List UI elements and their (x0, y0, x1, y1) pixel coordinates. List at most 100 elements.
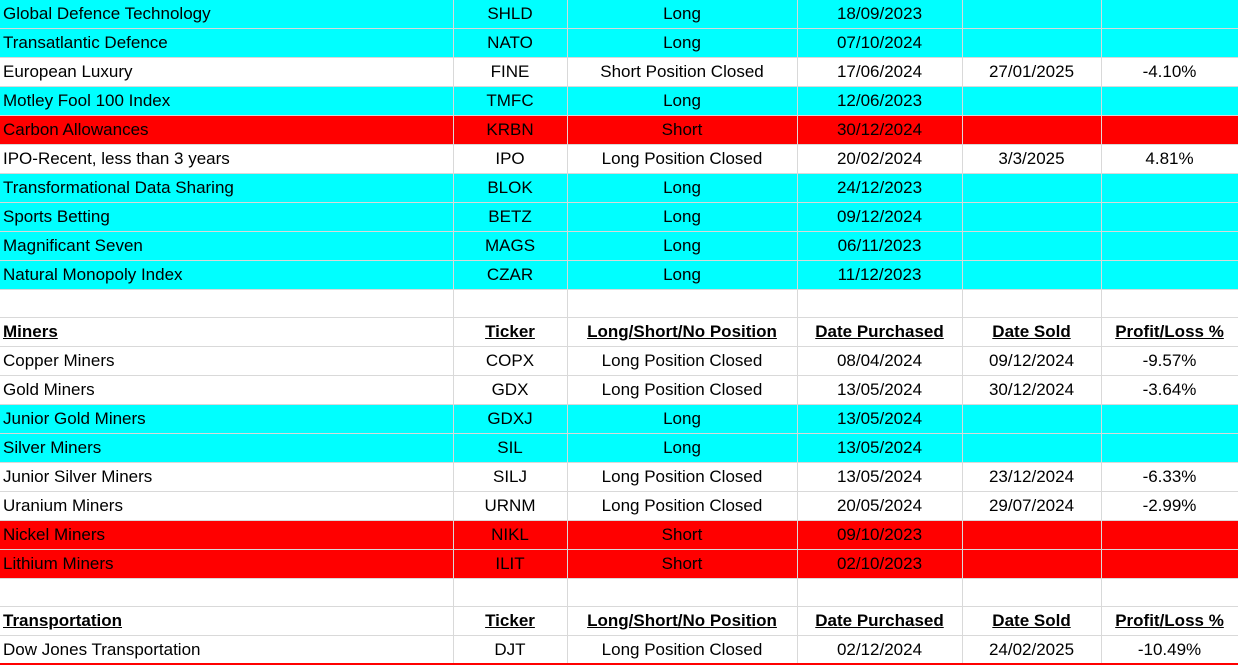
cell-date-sold[interactable] (962, 86, 1102, 116)
cell-date-sold[interactable] (962, 433, 1102, 463)
cell-date-sold[interactable] (962, 202, 1102, 232)
cell-ticker[interactable] (453, 289, 568, 318)
cell-name[interactable]: Gold Miners (0, 375, 454, 405)
cell-position[interactable] (567, 289, 798, 318)
column-header[interactable]: Profit/Loss % (1101, 317, 1238, 347)
cell-ticker[interactable]: CZAR (453, 260, 568, 290)
cell-profit-loss[interactable]: 4.81% (1101, 144, 1238, 174)
cell-ticker[interactable]: URNM (453, 491, 568, 521)
cell-ticker[interactable]: BLOK (453, 173, 568, 203)
cell-profit-loss[interactable] (1101, 520, 1238, 550)
cell-profit-loss[interactable] (1101, 86, 1238, 116)
column-header[interactable]: Date Sold (962, 606, 1102, 636)
cell-profit-loss[interactable] (1101, 115, 1238, 145)
cell-ticker[interactable]: KRBN (453, 115, 568, 145)
cell-name[interactable]: Transformational Data Sharing (0, 173, 454, 203)
column-header[interactable]: Date Sold (962, 317, 1102, 347)
cell-profit-loss[interactable]: -3.64% (1101, 375, 1238, 405)
cell-profit-loss[interactable] (1101, 433, 1238, 463)
cell-date-sold[interactable]: 3/3/2025 (962, 144, 1102, 174)
cell-name[interactable]: Uranium Miners (0, 491, 454, 521)
cell-profit-loss[interactable] (1101, 0, 1238, 29)
cell-date-purchased[interactable]: 20/05/2024 (797, 491, 963, 521)
section-title[interactable]: Transportation (0, 606, 454, 636)
cell-name[interactable]: Junior Silver Miners (0, 462, 454, 492)
section-title[interactable]: Miners (0, 317, 454, 347)
cell-position[interactable]: Long Position Closed (567, 462, 798, 492)
cell-position[interactable]: Long (567, 0, 798, 29)
cell-date-purchased[interactable]: 12/06/2023 (797, 86, 963, 116)
cell-date-purchased[interactable]: 17/06/2024 (797, 57, 963, 87)
cell-ticker[interactable]: SHLD (453, 0, 568, 29)
cell-date-sold[interactable] (962, 28, 1102, 58)
cell-date-sold[interactable]: 23/12/2024 (962, 462, 1102, 492)
cell-position[interactable]: Long (567, 202, 798, 232)
cell-date-purchased[interactable]: 09/12/2024 (797, 202, 963, 232)
cell-date-sold[interactable]: 09/12/2024 (962, 346, 1102, 376)
column-header[interactable]: Profit/Loss % (1101, 606, 1238, 636)
cell-profit-loss[interactable] (1101, 404, 1238, 434)
cell-date-purchased[interactable]: 06/11/2023 (797, 231, 963, 261)
cell-position[interactable]: Short (567, 520, 798, 550)
cell-date-purchased[interactable]: 02/10/2023 (797, 549, 963, 579)
cell-ticker[interactable]: MAGS (453, 231, 568, 261)
cell-ticker[interactable]: DJT (453, 635, 568, 665)
column-header[interactable]: Ticker (453, 606, 568, 636)
cell-date-sold[interactable] (962, 0, 1102, 29)
cell-date-purchased[interactable]: 18/09/2023 (797, 0, 963, 29)
cell-name[interactable]: Transatlantic Defence (0, 28, 454, 58)
cell-ticker[interactable]: TMFC (453, 86, 568, 116)
cell-position[interactable]: Long (567, 86, 798, 116)
cell-date-purchased[interactable]: 07/10/2024 (797, 28, 963, 58)
cell-position[interactable]: Long Position Closed (567, 375, 798, 405)
cell-position[interactable]: Long Position Closed (567, 346, 798, 376)
cell-date-purchased[interactable]: 13/05/2024 (797, 462, 963, 492)
cell-position[interactable]: Long (567, 260, 798, 290)
cell-date-sold[interactable] (962, 173, 1102, 203)
cell-date-sold[interactable]: 27/01/2025 (962, 57, 1102, 87)
cell-profit-loss[interactable] (1101, 231, 1238, 261)
cell-profit-loss[interactable]: -10.49% (1101, 635, 1238, 665)
cell-date-purchased[interactable]: 30/12/2024 (797, 115, 963, 145)
cell-date-sold[interactable]: 30/12/2024 (962, 375, 1102, 405)
cell-date-sold[interactable] (962, 549, 1102, 579)
cell-position[interactable]: Long (567, 404, 798, 434)
cell-ticker[interactable]: NIKL (453, 520, 568, 550)
cell-position[interactable]: Short (567, 115, 798, 145)
cell-profit-loss[interactable]: -4.10% (1101, 57, 1238, 87)
cell-name[interactable]: Magnificant Seven (0, 231, 454, 261)
cell-ticker[interactable]: NATO (453, 28, 568, 58)
cell-position[interactable]: Short Position Closed (567, 57, 798, 87)
cell-ticker[interactable]: SILJ (453, 462, 568, 492)
cell-date-purchased[interactable] (797, 289, 963, 318)
cell-profit-loss[interactable]: -9.57% (1101, 346, 1238, 376)
cell-name[interactable] (0, 289, 454, 318)
cell-profit-loss[interactable] (1101, 173, 1238, 203)
cell-date-sold[interactable] (962, 260, 1102, 290)
cell-name[interactable]: Nickel Miners (0, 520, 454, 550)
column-header[interactable]: Ticker (453, 317, 568, 347)
cell-date-sold[interactable] (962, 289, 1102, 318)
column-header[interactable]: Date Purchased (797, 317, 963, 347)
cell-name[interactable]: European Luxury (0, 57, 454, 87)
cell-date-sold[interactable]: 29/07/2024 (962, 491, 1102, 521)
column-header[interactable]: Long/Short/No Position (567, 317, 798, 347)
cell-profit-loss[interactable] (1101, 578, 1238, 607)
cell-date-sold[interactable] (962, 520, 1102, 550)
cell-position[interactable]: Short (567, 549, 798, 579)
cell-date-sold[interactable] (962, 115, 1102, 145)
cell-name[interactable]: Global Defence Technology (0, 0, 454, 29)
cell-name[interactable] (0, 578, 454, 607)
cell-profit-loss[interactable]: -6.33% (1101, 462, 1238, 492)
cell-ticker[interactable]: BETZ (453, 202, 568, 232)
cell-date-purchased[interactable]: 24/12/2023 (797, 173, 963, 203)
cell-ticker[interactable]: IPO (453, 144, 568, 174)
cell-date-purchased[interactable]: 09/10/2023 (797, 520, 963, 550)
cell-name[interactable]: Lithium Miners (0, 549, 454, 579)
cell-ticker[interactable]: COPX (453, 346, 568, 376)
cell-profit-loss[interactable] (1101, 289, 1238, 318)
cell-name[interactable]: Junior Gold Miners (0, 404, 454, 434)
cell-name[interactable]: IPO-Recent, less than 3 years (0, 144, 454, 174)
cell-profit-loss[interactable] (1101, 260, 1238, 290)
cell-ticker[interactable]: GDX (453, 375, 568, 405)
